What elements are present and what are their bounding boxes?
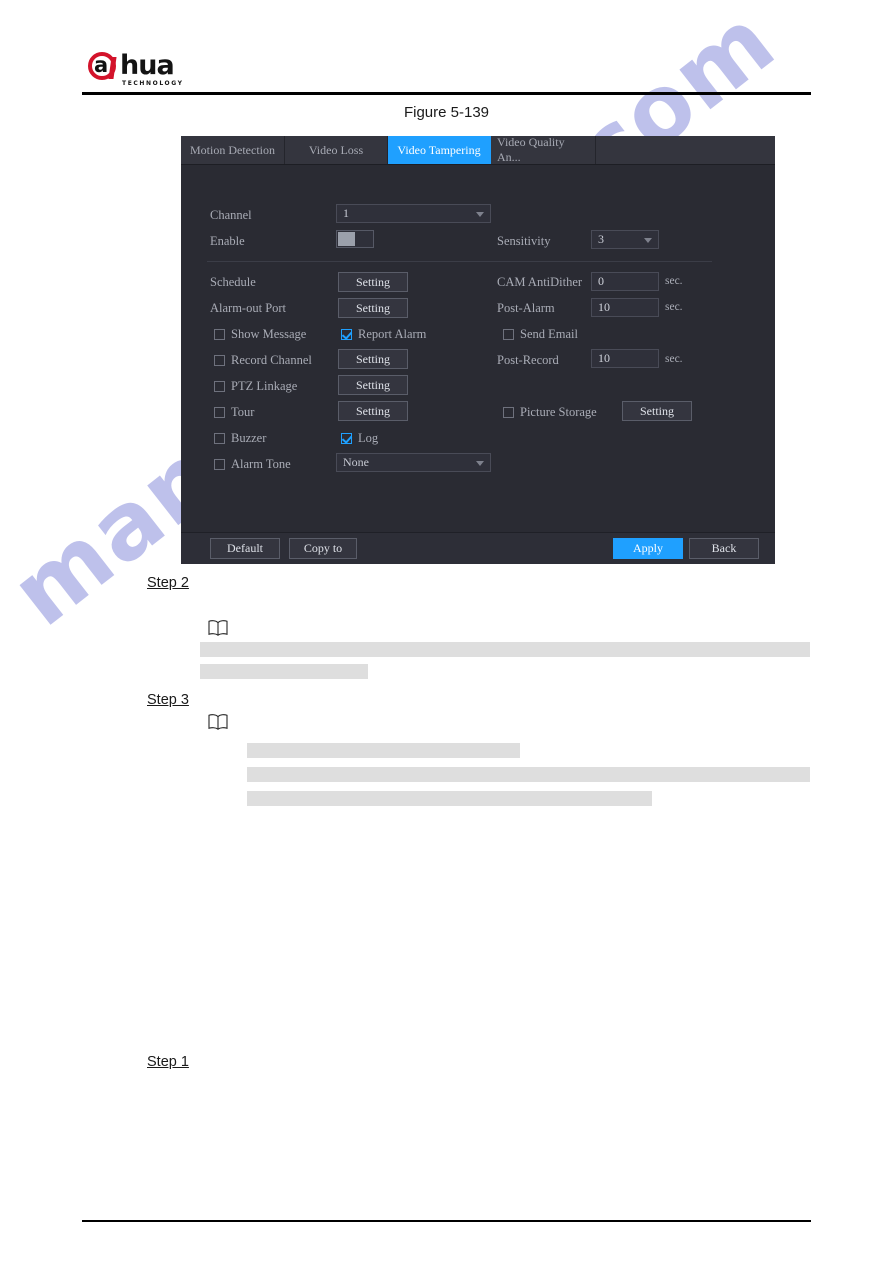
alarm-tone-select-value: None	[343, 455, 369, 469]
report-alarm-checkbox[interactable]: Report Alarm	[341, 327, 426, 342]
tab-motion-detection[interactable]: Motion Detection	[181, 136, 285, 164]
show-message-label: Show Message	[231, 327, 307, 341]
step-3-label: Step 3	[147, 692, 189, 708]
checkbox-icon	[503, 407, 514, 418]
dialog-body: Channel 1 Enable Sensitivity 3 Schedule …	[181, 165, 775, 532]
ptz-linkage-checkbox[interactable]: PTZ Linkage	[214, 379, 297, 394]
enable-toggle[interactable]	[336, 230, 374, 248]
document-page: manualshive.com a hua TECHNOLOGY Figure …	[0, 0, 893, 1263]
picture-storage-checkbox[interactable]: Picture Storage	[503, 405, 597, 420]
channel-select[interactable]: 1	[336, 204, 491, 223]
tab-bar: Motion Detection Video Loss Video Tamper…	[181, 136, 775, 165]
chevron-down-icon	[476, 212, 484, 217]
tour-setting-button[interactable]: Setting	[338, 401, 408, 421]
log-checkbox[interactable]: Log	[341, 431, 378, 446]
checkbox-icon	[503, 329, 514, 340]
send-email-checkbox[interactable]: Send Email	[503, 327, 578, 342]
alarm-out-port-setting-button[interactable]: Setting	[338, 298, 408, 318]
step-2-label: Step 2	[147, 575, 189, 591]
logo-subtitle: TECHNOLOGY	[122, 80, 184, 87]
default-button[interactable]: Default	[210, 538, 280, 559]
alarm-tone-checkbox[interactable]: Alarm Tone	[214, 457, 291, 472]
checkbox-icon	[214, 329, 225, 340]
step-1-label: Step 1	[147, 1054, 189, 1070]
record-channel-label: Record Channel	[231, 353, 312, 367]
chevron-down-icon	[644, 238, 652, 243]
redacted-text-line	[247, 767, 810, 782]
tab-video-loss[interactable]: Video Loss	[285, 136, 388, 164]
logo-letter: a	[94, 53, 109, 77]
channel-select-value: 1	[343, 206, 349, 220]
post-record-unit: sec.	[665, 353, 683, 365]
dahua-logo: a hua TECHNOLOGY	[88, 50, 198, 90]
tab-video-quality-analytics[interactable]: Video Quality An...	[491, 136, 596, 164]
buzzer-checkbox[interactable]: Buzzer	[214, 431, 266, 446]
checkbox-icon	[214, 407, 225, 418]
tour-label: Tour	[231, 405, 255, 419]
dialog-footer: Default Copy to Apply Back	[181, 532, 775, 564]
post-record-input[interactable]: 10	[591, 349, 659, 368]
show-message-checkbox[interactable]: Show Message	[214, 327, 306, 342]
footer-rule	[82, 1220, 811, 1222]
post-alarm-label: Post-Alarm	[497, 301, 555, 315]
tab-bar-filler	[596, 136, 775, 164]
cam-antidither-input[interactable]: 0	[591, 272, 659, 291]
redacted-text-line	[247, 791, 652, 806]
ptz-linkage-setting-button[interactable]: Setting	[338, 375, 408, 395]
apply-button[interactable]: Apply	[613, 538, 683, 559]
post-alarm-input[interactable]: 10	[591, 298, 659, 317]
enable-label: Enable	[210, 234, 245, 248]
channel-label: Channel	[210, 208, 252, 222]
back-button[interactable]: Back	[689, 538, 759, 559]
redacted-text-line	[200, 642, 810, 657]
report-alarm-label: Report Alarm	[358, 327, 427, 341]
alarm-out-port-label: Alarm-out Port	[210, 301, 287, 315]
post-alarm-unit: sec.	[665, 301, 683, 313]
copy-to-button[interactable]: Copy to	[289, 538, 357, 559]
figure-caption: Figure 5-139	[403, 104, 490, 121]
schedule-label: Schedule	[210, 275, 256, 289]
tour-checkbox[interactable]: Tour	[214, 405, 254, 420]
sensitivity-select-value: 3	[598, 232, 604, 246]
picture-storage-label: Picture Storage	[520, 405, 597, 419]
checkbox-icon	[214, 459, 225, 470]
record-channel-setting-button[interactable]: Setting	[338, 349, 408, 369]
sensitivity-select[interactable]: 3	[591, 230, 659, 249]
ptz-linkage-label: PTZ Linkage	[231, 379, 298, 393]
redacted-text-line	[247, 743, 520, 758]
send-email-label: Send Email	[520, 327, 578, 341]
checkbox-icon	[214, 355, 225, 366]
picture-storage-setting-button[interactable]: Setting	[622, 401, 692, 421]
note-book-icon	[208, 620, 228, 636]
nvr-alarm-dialog: Motion Detection Video Loss Video Tamper…	[181, 136, 775, 564]
alarm-tone-select[interactable]: None	[336, 453, 491, 472]
divider-right	[497, 261, 712, 262]
post-record-label: Post-Record	[497, 353, 559, 367]
alarm-tone-label: Alarm Tone	[231, 457, 291, 471]
header-rule	[82, 92, 811, 95]
checkbox-icon	[214, 433, 225, 444]
checkbox-checked-icon	[341, 329, 352, 340]
toggle-knob	[338, 232, 355, 246]
log-label: Log	[358, 431, 379, 445]
chevron-down-icon	[476, 461, 484, 466]
cam-antidither-unit: sec.	[665, 275, 683, 287]
checkbox-icon	[214, 381, 225, 392]
tab-video-tampering[interactable]: Video Tampering	[388, 136, 491, 164]
logo-wordmark: hua	[120, 50, 175, 81]
sensitivity-label: Sensitivity	[497, 234, 551, 248]
checkbox-checked-icon	[341, 433, 352, 444]
redacted-text-line	[200, 664, 368, 679]
schedule-setting-button[interactable]: Setting	[338, 272, 408, 292]
cam-antidither-label: CAM AntiDither	[497, 275, 583, 289]
divider-left	[207, 261, 507, 262]
note-book-icon	[208, 714, 228, 730]
buzzer-label: Buzzer	[231, 431, 267, 445]
record-channel-checkbox[interactable]: Record Channel	[214, 353, 312, 368]
